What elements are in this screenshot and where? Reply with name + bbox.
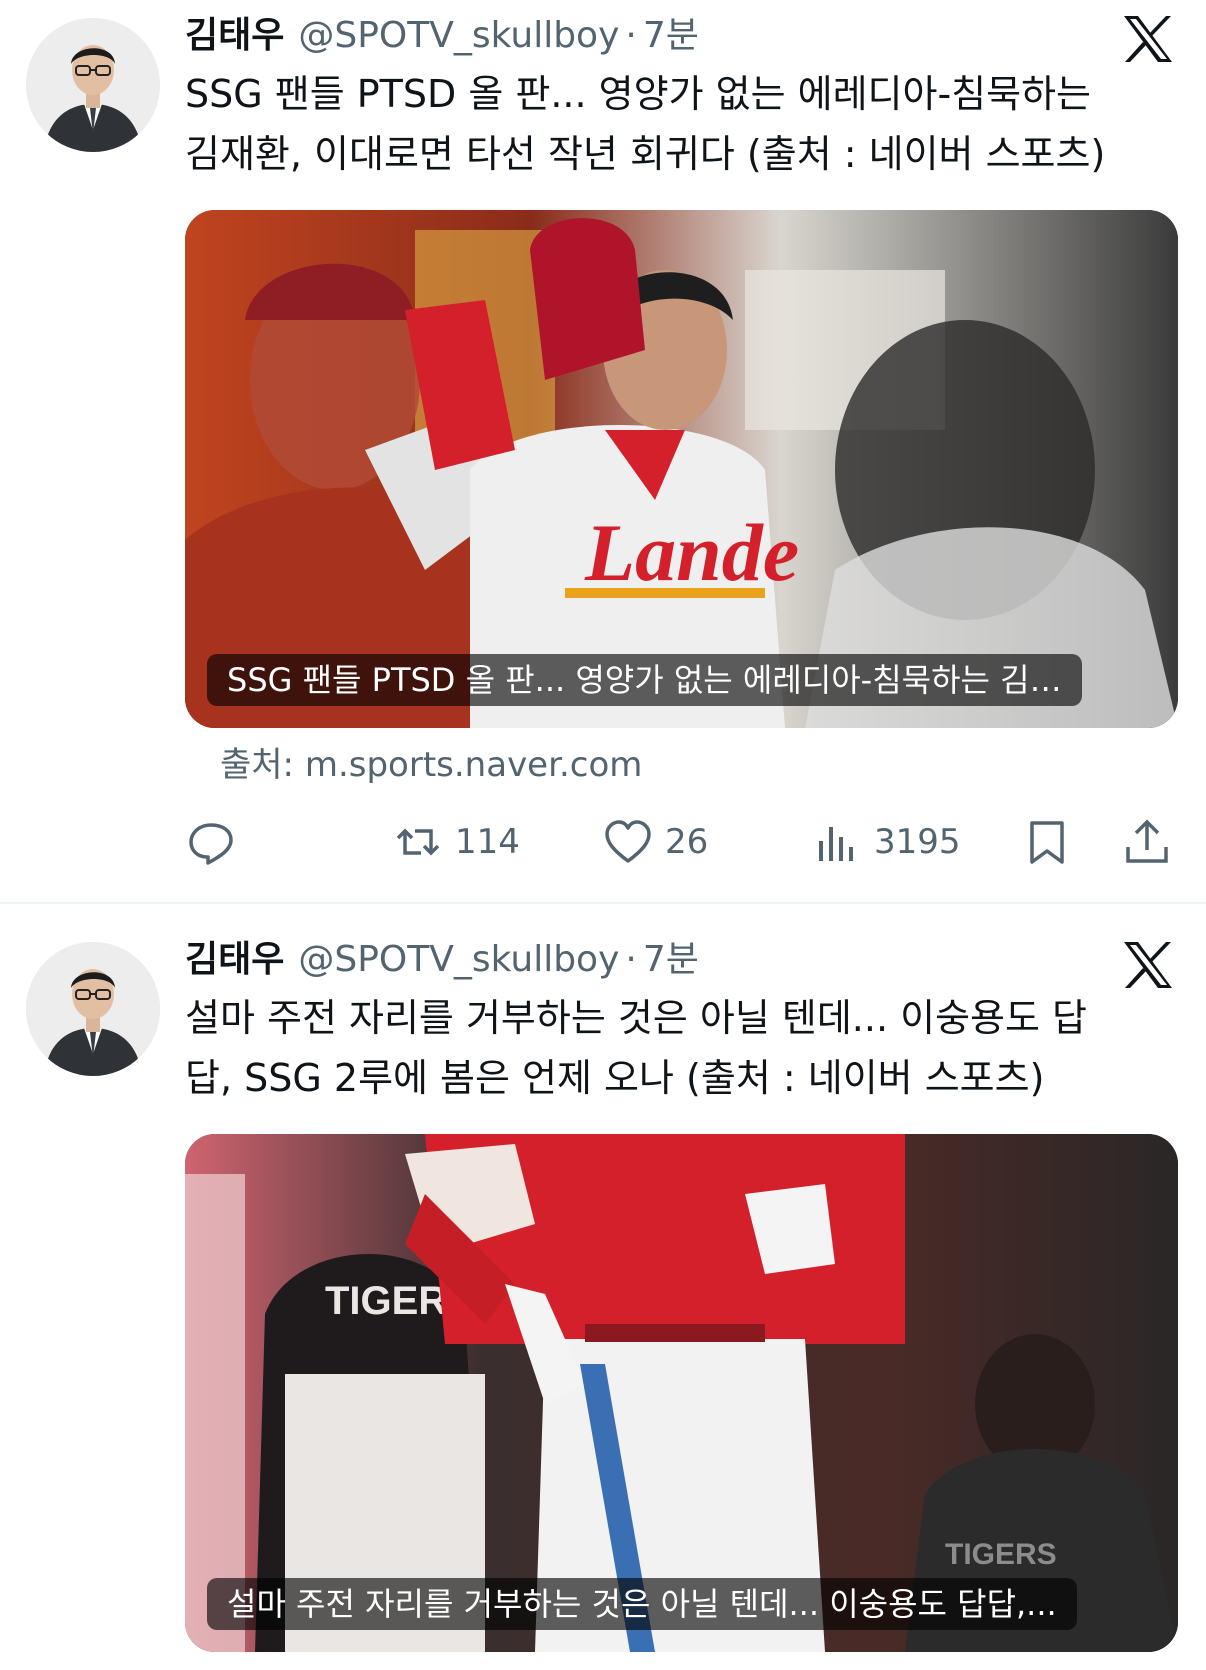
share-button[interactable] [1122, 812, 1172, 872]
like-count: 26 [665, 822, 709, 862]
svg-text:TIGERS: TIGERS [945, 1538, 1057, 1571]
bookmark-button[interactable] [1022, 812, 1072, 872]
retweet-count: 114 [455, 822, 520, 862]
tweet-text-line: SSG 팬들 PTSD 올 판... 영양가 없는 에레디아-침묵하는 [185, 72, 1092, 116]
separator: · [625, 15, 637, 56]
tweet-text-line: 설마 주전 자리를 거부하는 것은 아닐 텐데... 이숭용도 답 [185, 996, 1087, 1040]
x-logo-icon [1124, 942, 1172, 988]
views-button[interactable]: 3195 [812, 812, 961, 872]
link-source[interactable]: 출처: m.sports.naver.com [220, 740, 642, 790]
svg-text:Lande: Lande [584, 507, 799, 598]
tweet-header: 김태우 @SPOTV_skullboy · 7분 [185, 8, 699, 64]
share-icon [1126, 819, 1168, 863]
avatar[interactable] [26, 18, 160, 152]
tweet-time[interactable]: 7분 [643, 932, 699, 988]
separator: · [625, 939, 637, 980]
reply-icon [189, 823, 233, 865]
card-caption: 설마 주전 자리를 거부하는 것은 아닐 텐데... 이숭용도 답답,... [207, 1578, 1077, 1630]
author-handle[interactable]: @SPOTV_skullboy [298, 932, 619, 988]
author-handle[interactable]: @SPOTV_skullboy [298, 8, 619, 64]
x-logo-icon [1124, 16, 1172, 62]
heart-icon [605, 820, 651, 863]
tweet[interactable]: 김태우 @SPOTV_skullboy · 7분 설마 주전 자리를 거부하는 … [0, 906, 1206, 1670]
link-card[interactable]: TIGERS TIGERS 설마 주전 자리를 거부하는 것은 아닐 텐데...… [185, 1134, 1178, 1652]
tweet-text: SSG 팬들 PTSD 올 판... 영양가 없는 에레디아-침묵하는 김재환,… [185, 64, 1175, 184]
tweet-text-line: 김재환, 이대로면 타선 작년 회귀다 (출처 : 네이버 스포츠) [185, 132, 1106, 176]
avatar-photo [26, 18, 160, 152]
like-button[interactable]: 26 [603, 812, 708, 872]
reply-button[interactable] [186, 812, 236, 872]
tweet[interactable]: 김태우 @SPOTV_skullboy · 7분 SSG 팬들 PTSD 올 판… [0, 0, 1206, 904]
author-name[interactable]: 김태우 [185, 932, 284, 988]
tweet-header: 김태우 @SPOTV_skullboy · 7분 [185, 932, 699, 988]
tweet-time[interactable]: 7분 [643, 8, 699, 64]
views-chart-icon [819, 827, 853, 861]
tweet-text-line: 답, SSG 2루에 봄은 언제 오나 (출처 : 네이버 스포츠) [185, 1056, 1045, 1100]
avatar-photo [26, 942, 160, 1076]
action-bar: 114 26 3195 [0, 812, 1206, 872]
author-name[interactable]: 김태우 [185, 8, 284, 64]
card-image: Lande [185, 210, 1178, 728]
bookmark-icon [1030, 821, 1064, 864]
card-caption: SSG 팬들 PTSD 올 판... 영양가 없는 에레디아-침묵하는 김… [207, 654, 1082, 706]
retweet-button[interactable]: 114 [393, 812, 520, 872]
views-count: 3195 [874, 822, 961, 862]
avatar[interactable] [26, 942, 160, 1076]
card-image: TIGERS TIGERS [185, 1134, 1178, 1652]
tweet-text: 설마 주전 자리를 거부하는 것은 아닐 텐데... 이숭용도 답 답, SSG… [185, 988, 1175, 1108]
link-card[interactable]: Lande SSG 팬들 PTSD 올 판... 영양가 없는 에레디아-침묵하… [185, 210, 1178, 728]
retweet-icon [396, 828, 440, 856]
